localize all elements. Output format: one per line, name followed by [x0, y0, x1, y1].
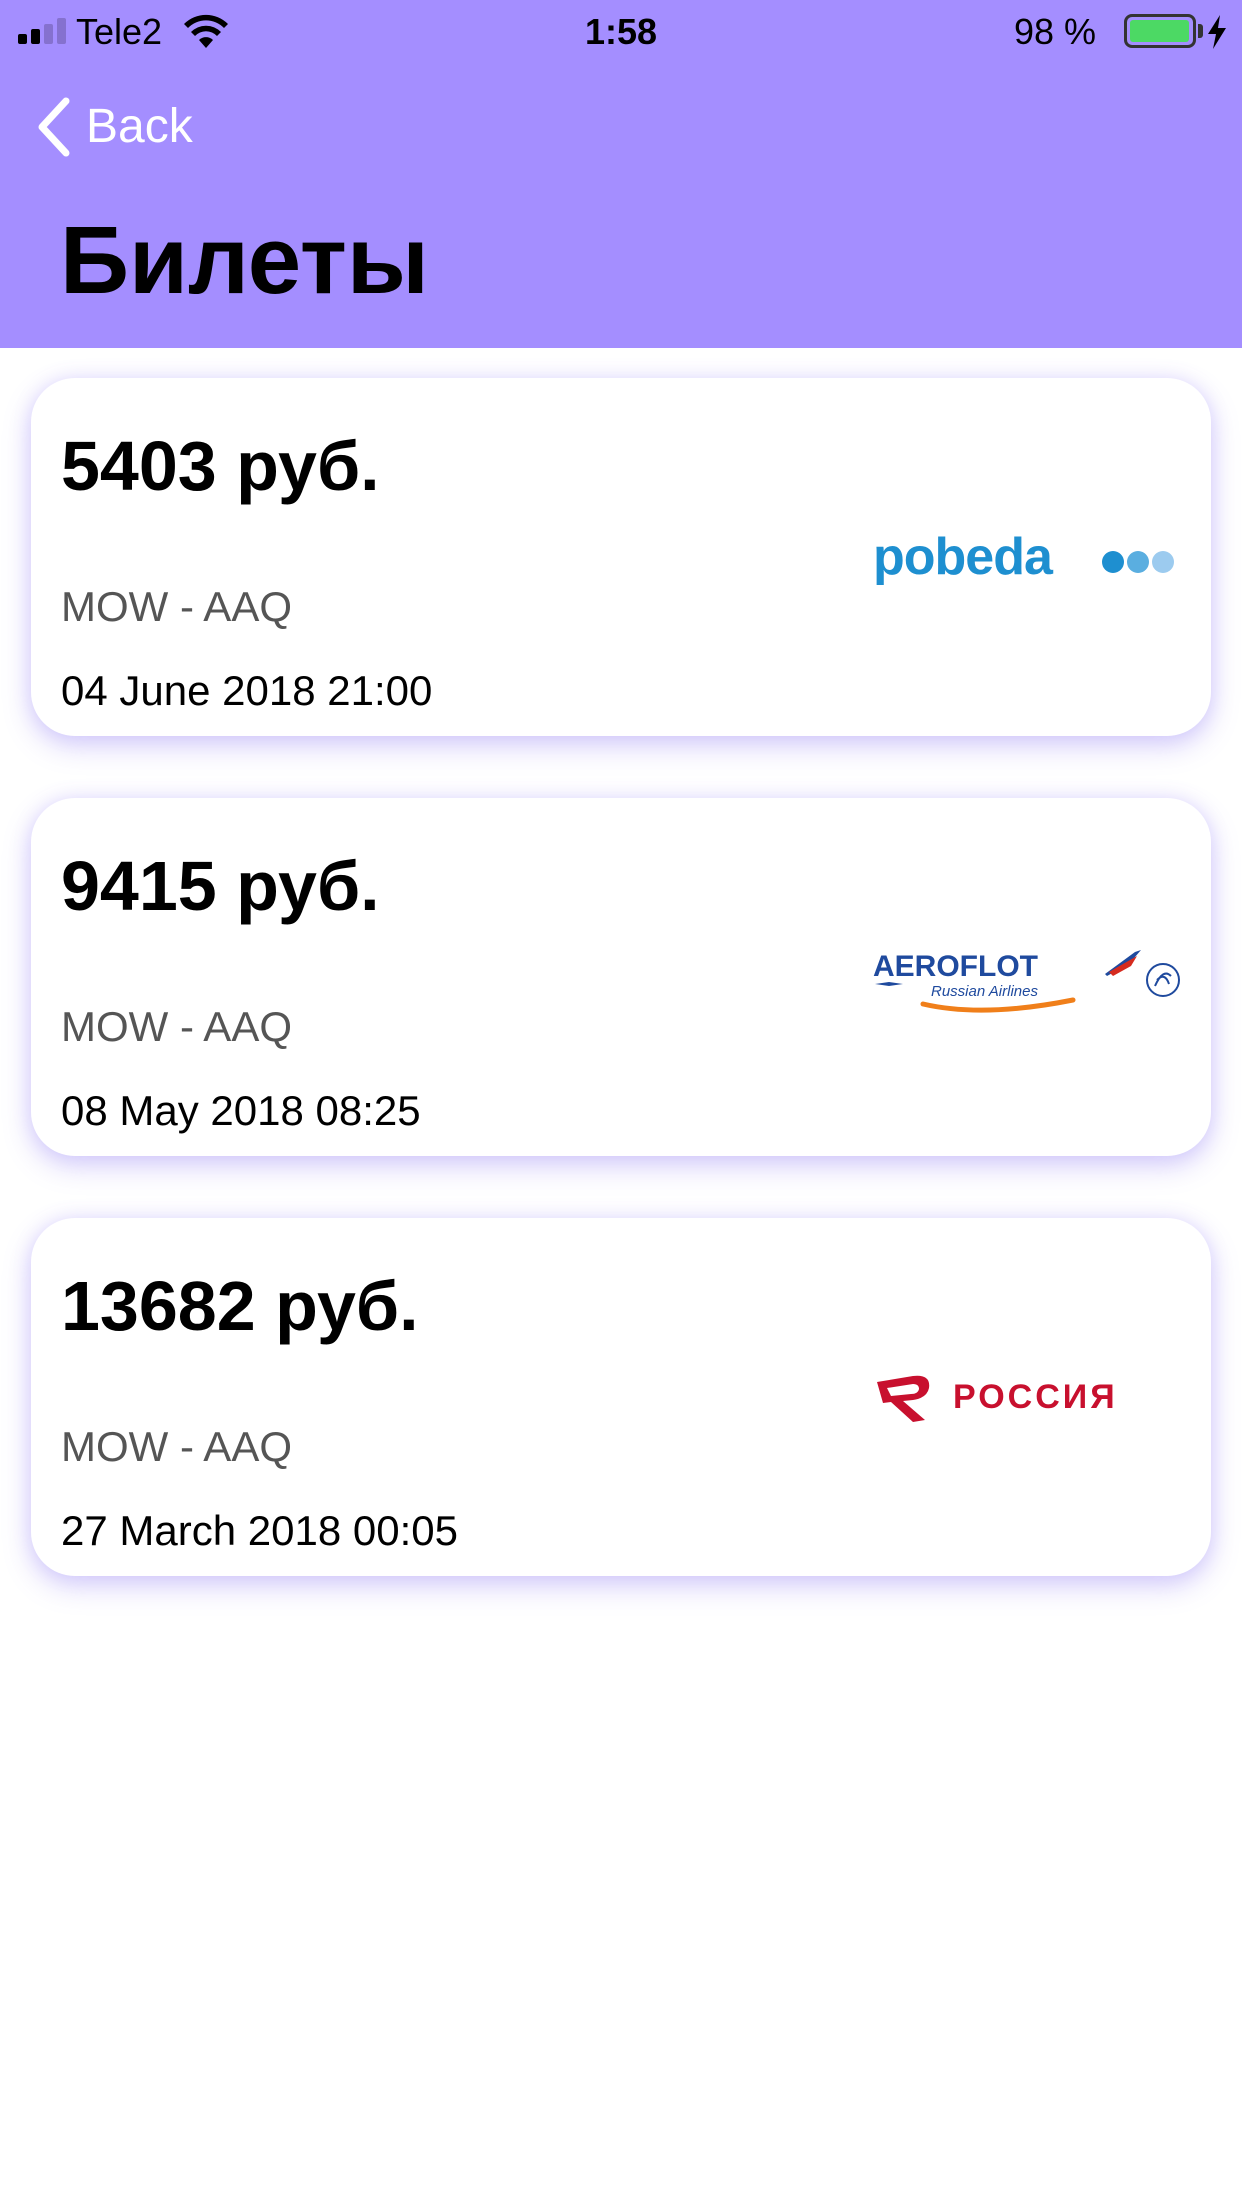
ticket-card[interactable]: 5403 руб. MOW - AAQ 04 June 2018 21:00 p… [31, 378, 1211, 736]
charging-bolt-icon [1208, 15, 1226, 49]
pobeda-logo-text: pobeda [873, 528, 1054, 586]
back-button[interactable]: Back [34, 92, 193, 162]
battery-tip [1198, 24, 1203, 38]
battery-icon [1124, 14, 1196, 48]
ticket-route: MOW - AAQ [61, 583, 292, 630]
status-bar: Tele2 1:58 98 % [0, 0, 1242, 64]
back-label: Back [86, 100, 193, 153]
battery-fill [1130, 20, 1189, 42]
ticket-date: 08 May 2018 08:25 [61, 1087, 421, 1134]
battery-percent: 98 % [1013, 11, 1096, 52]
ticket-price: 5403 руб. [61, 427, 380, 505]
chevron-left-icon [38, 97, 70, 157]
ticket-card[interactable]: 9415 руб. MOW - AAQ 08 May 2018 08:25 AE… [31, 798, 1211, 1156]
page-title: Билеты [60, 207, 429, 314]
nav-header: Tele2 1:58 98 % Back Билеты [0, 0, 1242, 348]
rossiya-logo-text: РОССИЯ [953, 1378, 1118, 1416]
ticket-card[interactable]: 13682 руб. MOW - AAQ 27 March 2018 00:05… [31, 1218, 1211, 1576]
ticket-route: MOW - AAQ [61, 1003, 292, 1050]
ticket-route: MOW - AAQ [61, 1423, 292, 1470]
pobeda-logo: pobeda [873, 528, 1174, 586]
ticket-date: 04 June 2018 21:00 [61, 667, 433, 714]
aeroflot-logo-subtext: Russian Airlines [931, 983, 1038, 1000]
ticket-price: 9415 руб. [61, 847, 380, 925]
rossiya-logo: РОССИЯ [877, 1375, 1118, 1422]
ticket-price: 13682 руб. [61, 1267, 419, 1345]
aeroflot-logo-text: AEROFLOT [873, 950, 1038, 983]
aeroflot-logo: AEROFLOT Russian Airlines [873, 950, 1180, 1013]
ticket-date: 27 March 2018 00:05 [61, 1507, 458, 1554]
